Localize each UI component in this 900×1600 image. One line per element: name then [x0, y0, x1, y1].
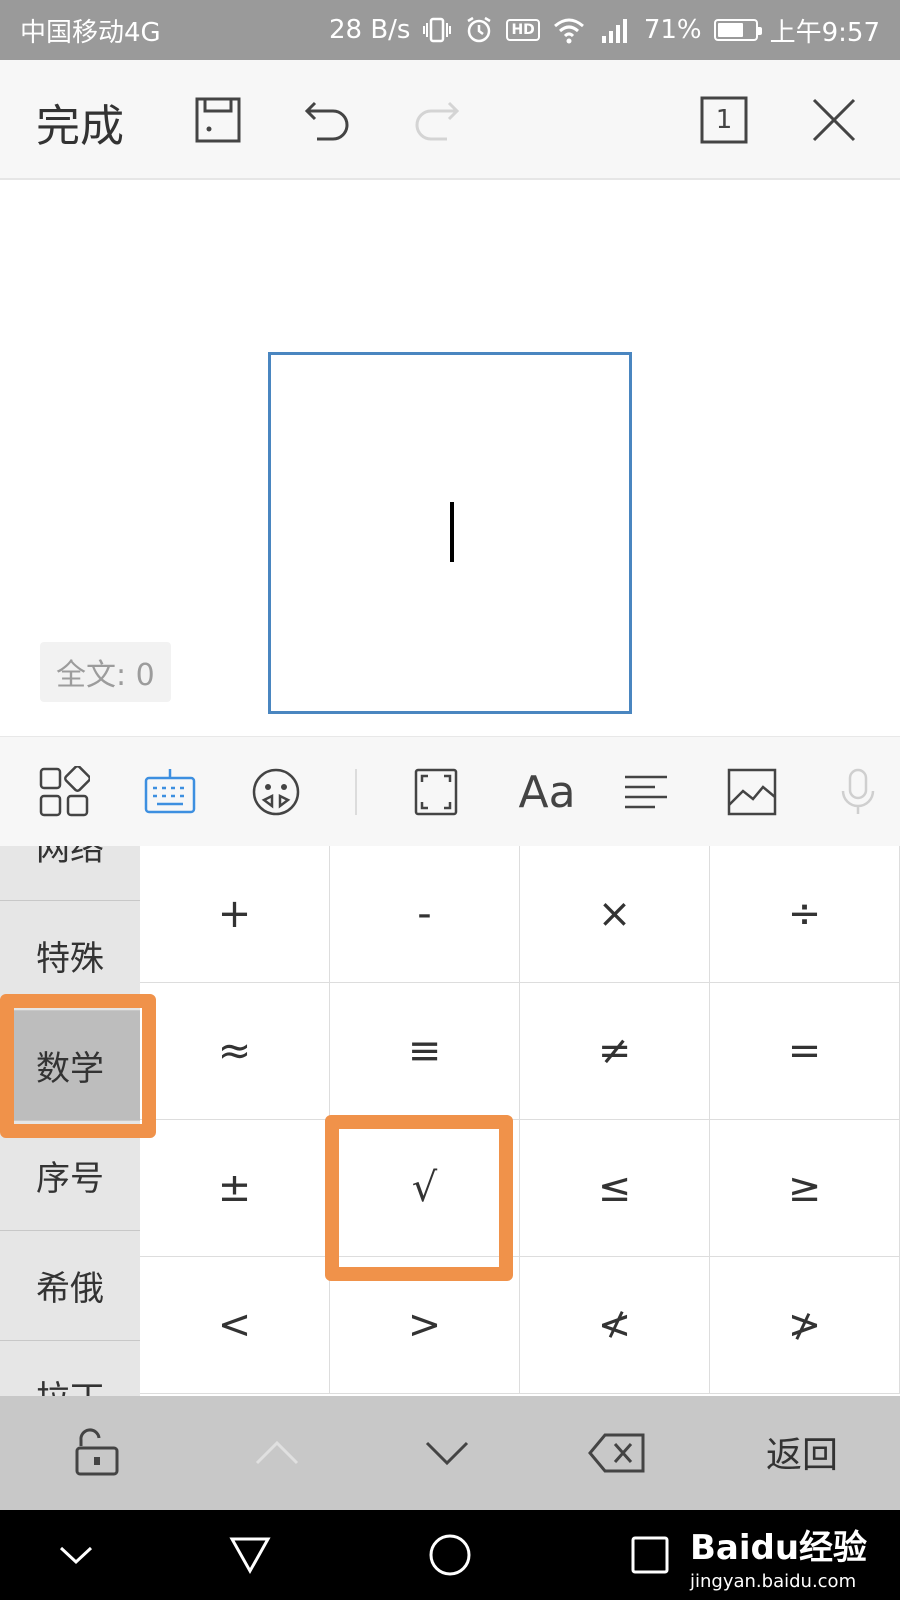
input-toolbar: Aa	[0, 736, 900, 846]
category-list[interactable]: 网络 特殊 数学 序号 希俄 拉丁	[0, 846, 140, 1396]
symbol-not-greater[interactable]: ≯	[710, 1257, 900, 1394]
key-bar: 返回	[0, 1396, 900, 1510]
page-count-label: 1	[715, 105, 733, 135]
undo-icon[interactable]	[298, 90, 358, 150]
hide-icon[interactable]	[46, 1530, 106, 1580]
category-greek-russian[interactable]: 希俄	[0, 1231, 140, 1341]
battery-icon	[713, 19, 762, 41]
status-icons: 28 B/s HD 71% 上午9:57	[329, 12, 880, 49]
return-button[interactable]: 返回	[766, 1426, 838, 1478]
arrow-down-icon[interactable]	[412, 1423, 482, 1483]
category-network[interactable]: 网络	[0, 846, 140, 901]
align-icon[interactable]	[616, 762, 676, 822]
nav-bar: Baidu经验 jingyan.baidu.com	[0, 1510, 900, 1600]
top-toolbar: 完成 1	[0, 60, 900, 180]
home-icon[interactable]	[420, 1530, 480, 1580]
symbol-equal[interactable]: =	[710, 983, 900, 1120]
signal-icon	[598, 16, 632, 44]
backspace-icon[interactable]	[582, 1423, 652, 1483]
keyboard-icon[interactable]	[140, 762, 200, 822]
image-icon[interactable]	[722, 762, 782, 822]
symbol-grid: + - × ÷ ≈ ≡ ≠ = ± √ ≤ ≥ < > ≮ ≯	[140, 846, 900, 1396]
watermark-logo: Baidu经验	[690, 1528, 868, 1568]
close-icon[interactable]	[804, 90, 864, 150]
symbol-not-equal[interactable]: ≠	[520, 983, 710, 1120]
emoji-icon[interactable]	[246, 762, 306, 822]
category-special[interactable]: 特殊	[0, 901, 140, 1011]
status-bar: 中国移动4G 28 B/s HD 71% 上午9:57	[0, 0, 900, 60]
hd-icon: HD	[506, 19, 540, 41]
redo-icon[interactable]	[406, 90, 466, 150]
symbol-divide[interactable]: ÷	[710, 846, 900, 983]
apps-icon[interactable]	[34, 762, 94, 822]
font-icon[interactable]: Aa	[512, 762, 582, 822]
battery-fill	[717, 23, 744, 37]
symbol-less-equal[interactable]: ≤	[520, 1120, 710, 1257]
arrow-up-icon[interactable]	[242, 1423, 312, 1483]
done-button[interactable]: 完成	[36, 90, 124, 154]
symbol-panel: 网络 特殊 数学 序号 希俄 拉丁 + - × ÷ ≈ ≡ ≠ = ± √ ≤ …	[0, 846, 900, 1396]
symbol-not-less[interactable]: ≮	[520, 1257, 710, 1394]
symbol-plus-minus[interactable]: ±	[140, 1120, 330, 1257]
battery-percent: 71%	[643, 15, 702, 45]
wifi-icon	[552, 16, 586, 44]
watermark-url: jingyan.baidu.com	[690, 1571, 857, 1592]
back-icon[interactable]	[220, 1530, 280, 1580]
symbol-identical[interactable]: ≡	[330, 983, 520, 1120]
fullscreen-icon[interactable]	[406, 762, 466, 822]
page-count-icon[interactable]: 1	[694, 90, 754, 150]
recents-icon[interactable]	[620, 1530, 680, 1580]
category-latin[interactable]: 拉丁	[0, 1341, 140, 1396]
word-count-badge: 全文: 0	[40, 642, 171, 702]
save-icon[interactable]	[188, 90, 248, 150]
category-math[interactable]: 数学	[0, 1011, 140, 1121]
symbol-plus[interactable]: +	[140, 846, 330, 983]
mic-icon[interactable]	[828, 762, 888, 822]
network-speed: 28 B/s	[328, 15, 411, 45]
symbol-greater[interactable]: >	[330, 1257, 520, 1394]
alarm-icon	[464, 15, 494, 45]
baidu-watermark: Baidu经验 jingyan.baidu.com	[690, 1520, 867, 1592]
editor-canvas[interactable]: 全文: 0	[0, 182, 900, 736]
symbol-approx[interactable]: ≈	[140, 983, 330, 1120]
lock-icon[interactable]	[60, 1423, 130, 1483]
symbol-sqrt[interactable]: √	[330, 1120, 520, 1257]
toolbar-separator	[355, 769, 357, 815]
text-caret	[450, 502, 454, 562]
clock: 上午9:57	[769, 17, 880, 48]
category-serial[interactable]: 序号	[0, 1121, 140, 1231]
symbol-minus[interactable]: -	[330, 846, 520, 983]
symbol-greater-equal[interactable]: ≥	[710, 1120, 900, 1257]
symbol-less[interactable]: <	[140, 1257, 330, 1394]
vibrate-icon	[422, 16, 452, 44]
symbol-multiply[interactable]: ×	[520, 846, 710, 983]
carrier-label: 中国移动4G	[20, 17, 161, 48]
